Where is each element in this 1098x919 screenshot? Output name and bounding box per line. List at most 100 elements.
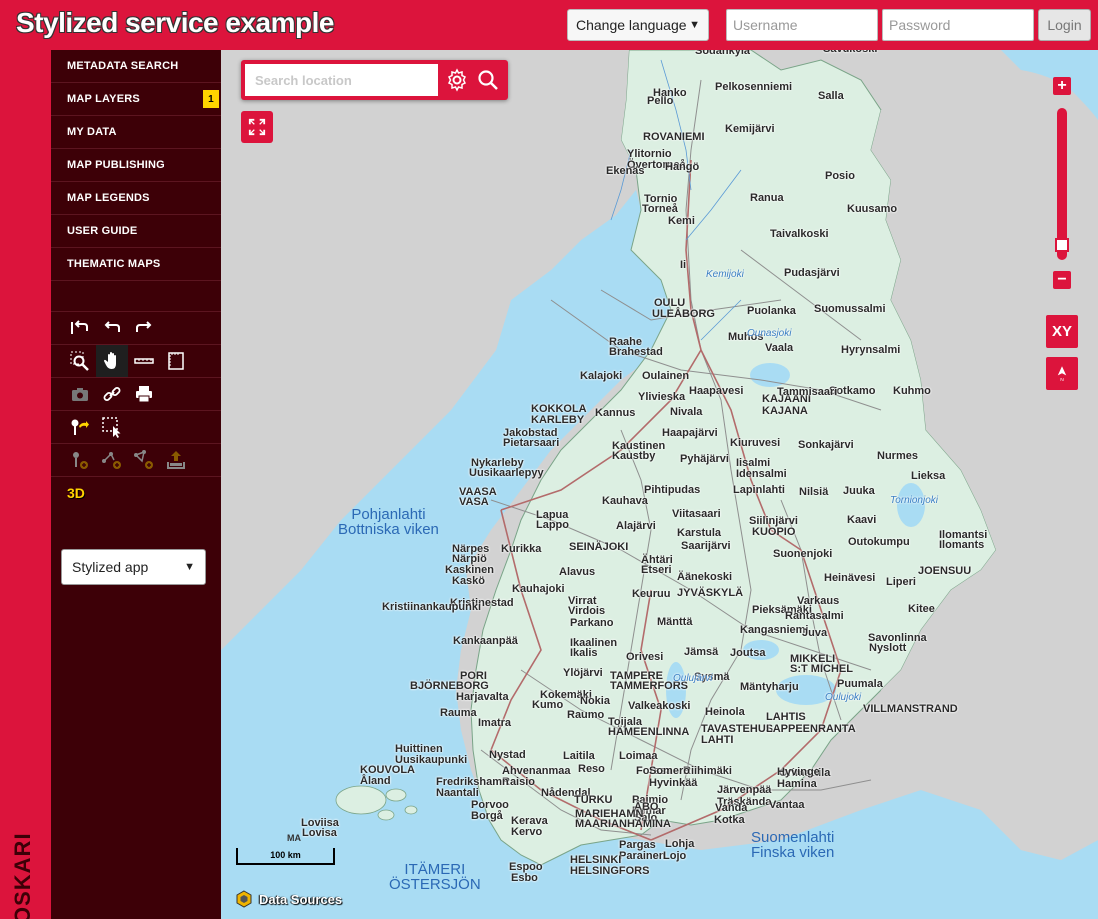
place-label: Ranua [750,192,784,204]
area-measure-icon [168,352,184,370]
north-arrow-button[interactable]: N [1046,357,1078,390]
language-select[interactable]: Change language ▼ [567,9,709,41]
menu-item-label: USER GUIDE [67,225,138,237]
reset-view-tool[interactable] [64,312,96,344]
import-data-tool[interactable] [160,444,192,476]
menu-item-my-data[interactable]: MY DATA [51,116,221,149]
menu-item-label: MAP LAYERS [67,93,140,105]
measure-area-tool[interactable] [160,345,192,377]
menu-item-label: THEMATIC MAPS [67,258,161,270]
place-label: Järvenpää [717,784,772,796]
place-label: Reso [578,763,605,775]
menu-item-label: MY DATA [67,126,117,138]
place-label: Lappo [536,519,569,531]
place-label: Kankaanpää [453,635,518,647]
menu-item-map-legends[interactable]: MAP LEGENDS [51,182,221,215]
place-label: Liperi [886,576,916,588]
place-label: Vanda [715,802,748,814]
place-label: Orivesi [626,651,664,663]
side-menu: METADATA SEARCH MAP LAYERS 1 MY DATA MAP … [51,50,221,919]
add-area-tool[interactable] [128,444,160,476]
place-label: Ikalis [570,647,598,659]
top-header: Stylized service example Change language… [0,0,1098,50]
upload-icon [167,451,185,469]
redo-tool[interactable] [128,312,160,344]
place-label: HELSINGFORS [570,865,650,877]
select-features-tool[interactable] [96,411,128,443]
place-label: Savukoski [823,50,877,55]
reset-icon [71,320,88,334]
place-label: Kervo [511,826,543,838]
zoom-out-button[interactable]: − [1053,271,1071,289]
place-label: Parkano [570,617,614,629]
menu-item-label: MAP LEGENDS [67,192,150,204]
menu-item-user-guide[interactable]: USER GUIDE [51,215,221,248]
screenshot-tool[interactable] [64,378,96,410]
north-arrow-icon: N [1057,365,1067,383]
menu-item-label: MAP PUBLISHING [67,159,165,171]
place-label: Mäntyharju [740,681,799,693]
place-label: Ounasjoki [747,328,792,339]
place-label: Pietarsaari [503,437,560,449]
place-label: Rantasalmi [785,610,844,622]
login-button[interactable]: Login [1038,9,1091,41]
place-label: Lieksa [911,470,946,482]
map-view[interactable]: Pohjanlahti Bottniska viken ITÄMERI ÖSTE… [221,50,1098,919]
sea-name-sv: ÖSTERSJÖN [389,876,481,893]
link-icon [103,387,121,401]
oskari-logo-text: OSKARI [10,832,35,919]
zoom-slider-handle[interactable] [1055,238,1069,252]
place-label: S:T MICHEL [790,663,853,675]
sea-label-bothnia: Pohjanlahti Bottniska viken [338,507,439,537]
place-label: JYVÄSKYLÄ [677,587,744,599]
menu-item-thematic-maps[interactable]: THEMATIC MAPS [51,248,221,281]
place-label: Suonenjoki [773,548,833,560]
history-tools-row [51,311,221,344]
search-input[interactable]: Search location [245,64,438,96]
add-line-tool[interactable] [96,444,128,476]
place-label: KUOPIO [752,526,796,538]
pan-tool[interactable] [96,345,128,377]
place-label: Nystad [489,749,526,761]
menu-item-metadata-search[interactable]: METADATA SEARCH [51,50,221,83]
data-sources-link[interactable]: Data Sources [235,890,342,908]
coordinate-tool-button[interactable]: XY [1046,315,1078,348]
place-label: Oulujoki [825,692,862,703]
place-label: Kemijoki [706,269,744,280]
place-label: Harjavalta [456,691,509,703]
zoom-box-tool[interactable] [64,345,96,377]
place-label: Kangasniemi [740,624,809,636]
drawing-tools-row [51,443,221,476]
place-label: Lojo [663,850,687,862]
place-label: Sodankylä [695,50,751,57]
add-point-tool[interactable] [64,444,96,476]
menu-item-map-layers[interactable]: MAP LAYERS 1 [51,83,221,116]
3d-view-button[interactable]: 3D [64,485,85,501]
feature-info-tool[interactable] [64,411,96,443]
gear-icon[interactable] [445,68,469,92]
print-tool[interactable] [128,378,160,410]
place-label: Ekenäs [606,165,645,177]
link-tool[interactable] [96,378,128,410]
app-style-select[interactable]: Stylized app ▼ [61,549,206,585]
layer-count-badge: 1 [203,90,219,108]
3d-tools-row: 3D [51,476,221,509]
place-label: Puolanka [747,305,796,317]
username-field[interactable]: Username [726,9,878,41]
place-label: Pelkosenniemi [715,81,793,93]
place-label: Kuusamo [847,203,898,215]
place-label: Heinola [705,706,745,718]
fullscreen-button[interactable] [241,111,273,143]
place-label: Torneå [642,203,678,215]
print-icon [136,386,152,403]
search-icon[interactable] [476,68,500,92]
place-label: Kurikka [501,543,542,555]
undo-tool[interactable] [96,312,128,344]
measure-line-tool[interactable] [128,345,160,377]
zoom-in-button[interactable]: + [1053,77,1071,95]
place-label: Valkeakoski [628,700,691,712]
password-field[interactable]: Password [882,9,1034,41]
place-label: Nokia [580,695,610,707]
menu-item-map-publishing[interactable]: MAP PUBLISHING [51,149,221,182]
place-label: Haapajärvi [662,427,718,439]
